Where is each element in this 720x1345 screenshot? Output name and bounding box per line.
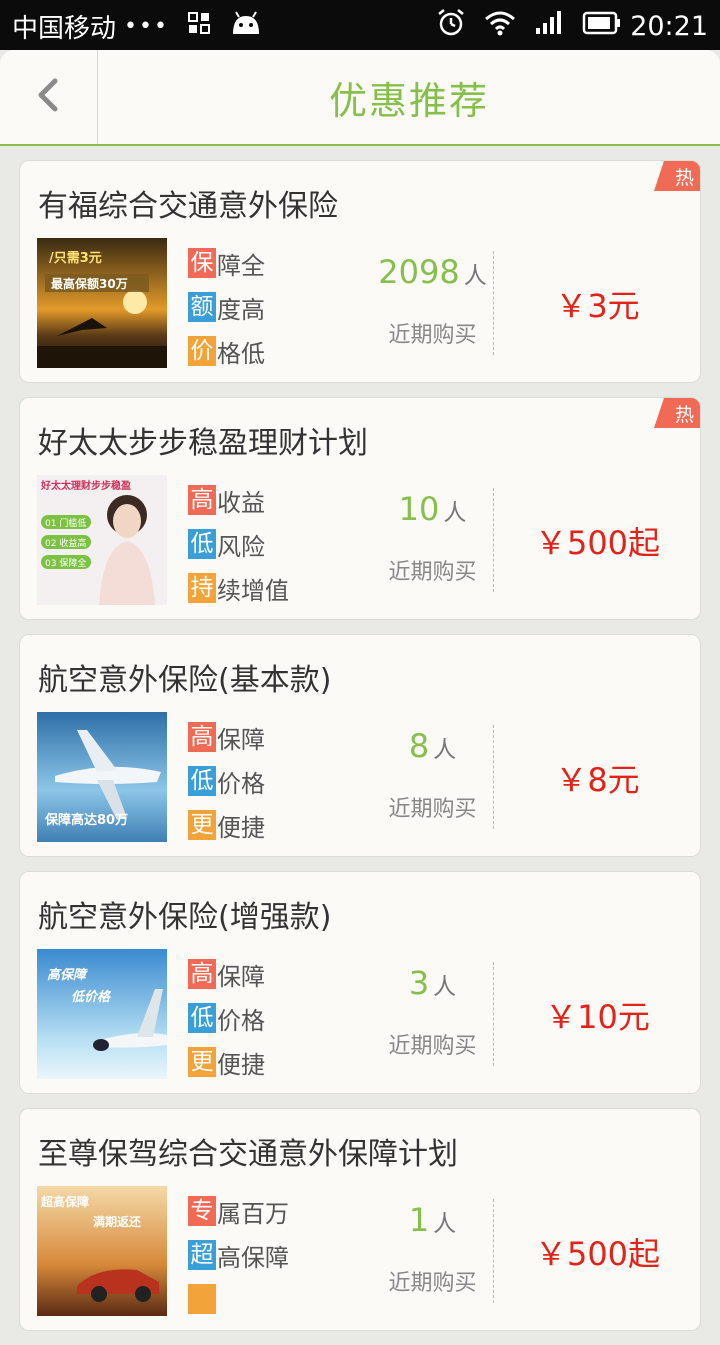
notification-dots: ••• bbox=[124, 14, 169, 39]
dashed-divider bbox=[493, 725, 494, 829]
product-thumbnail: /只需3元 最高保额30万 bbox=[37, 238, 167, 368]
status-bar: 中国移动 ••• 20:21 bbox=[0, 0, 720, 50]
feature-item: 低价格 bbox=[188, 759, 265, 803]
svg-text:02 收益高: 02 收益高 bbox=[45, 537, 86, 549]
dashed-divider bbox=[493, 962, 494, 1066]
recent-buyers: 1人 近期购买 bbox=[375, 1201, 490, 1297]
back-button[interactable] bbox=[0, 50, 98, 144]
buyer-count: 1 bbox=[408, 1201, 430, 1239]
buyer-count: 2098 bbox=[378, 253, 460, 291]
feature-item: 更便捷 bbox=[188, 1040, 265, 1084]
product-name: 航空意外保险(基本款) bbox=[38, 663, 332, 698]
battery-icon bbox=[582, 11, 622, 42]
product-thumbnail: 好太太理财步步稳盈 01 门槛低 02 收益高 03 保障全 bbox=[37, 475, 167, 605]
recent-buyers: 2098 人 近期购买 bbox=[375, 253, 490, 349]
hot-badge: 热 bbox=[654, 398, 700, 428]
feature-item: 高保障 bbox=[188, 952, 265, 996]
feature-item: 保障全 bbox=[188, 241, 265, 285]
buyer-count: 3 bbox=[408, 964, 430, 1002]
product-name: 航空意外保险(增强款) bbox=[38, 900, 332, 935]
svg-text:03 保障全: 03 保障全 bbox=[45, 557, 86, 569]
svg-text:好太太理财步步稳盈: 好太太理财步步稳盈 bbox=[40, 479, 131, 492]
recent-buyers: 8人 近期购买 bbox=[375, 727, 490, 823]
feature-list: 高保障 低价格 更便捷 bbox=[188, 715, 265, 847]
svg-text:低价格: 低价格 bbox=[71, 989, 112, 1005]
page-title: 优惠推荐 bbox=[328, 78, 489, 123]
svg-text:高保障: 高保障 bbox=[47, 967, 88, 983]
top-nav-bar: 优惠推荐 bbox=[0, 50, 720, 146]
product-price: ￥3元 bbox=[555, 287, 640, 325]
recent-buyers: 10 人 近期购买 bbox=[375, 490, 490, 586]
svg-text:超高保障: 超高保障 bbox=[40, 1194, 89, 1209]
feature-item: 高收益 bbox=[188, 478, 289, 522]
dashed-divider bbox=[493, 251, 494, 355]
hot-badge: 热 bbox=[654, 161, 700, 191]
feature-item: 低风险 bbox=[188, 522, 289, 566]
product-price: ￥500起 bbox=[534, 524, 661, 562]
feature-item: 价格低 bbox=[188, 329, 265, 373]
recent-buyers: 3人 近期购买 bbox=[375, 964, 490, 1060]
svg-text:/只需3元: /只需3元 bbox=[49, 251, 102, 266]
buyer-count: 8 bbox=[408, 727, 430, 765]
android-icon bbox=[229, 10, 263, 43]
feature-item: 低价格 bbox=[188, 996, 265, 1040]
buyer-label: 近期购买 bbox=[388, 1034, 477, 1059]
product-name: 好太太步步稳盈理财计划 bbox=[38, 426, 368, 461]
signal-icon bbox=[534, 10, 564, 43]
feature-list: 高收益 低风险 持续增值 bbox=[188, 478, 289, 610]
product-card[interactable]: 好太太步步稳盈理财计划 热 好太太理财步步稳盈 01 门槛低 02 收益高 03… bbox=[19, 397, 701, 620]
svg-text:保障高达80万: 保障高达80万 bbox=[44, 812, 128, 828]
feature-item: 更便捷 bbox=[188, 803, 265, 847]
svg-text:01 门槛低: 01 门槛低 bbox=[45, 517, 86, 529]
product-thumbnail: 超高保障 满期返还 bbox=[37, 1186, 167, 1316]
product-name: 至尊保驾综合交通意外保障计划 bbox=[38, 1137, 458, 1172]
product-card[interactable]: 航空意外保险(增强款) 高保障 低价格 高保障 低价格 更便捷 3人 近期购买 … bbox=[19, 871, 701, 1094]
product-price: ￥500起 bbox=[534, 1235, 661, 1273]
svg-text:满期返还: 满期返还 bbox=[93, 1214, 142, 1229]
dashed-divider bbox=[493, 488, 494, 592]
clock: 20:21 bbox=[630, 11, 708, 42]
svg-text:最高保额30万: 最高保额30万 bbox=[51, 276, 128, 291]
product-price: ￥10元 bbox=[545, 998, 650, 1036]
product-list: 有福综合交通意外保险 热 /只需3元 最高保额30万 保障全 额度高 价格低 2… bbox=[0, 160, 720, 1345]
product-card[interactable]: 航空意外保险(基本款) 保障高达80万 高保障 低价格 更便捷 8人 近期购买 … bbox=[19, 634, 701, 857]
buyer-count: 10 bbox=[398, 490, 440, 528]
alarm-icon bbox=[436, 8, 466, 45]
feature-item: 专属百万 bbox=[188, 1189, 289, 1233]
product-card[interactable]: 有福综合交通意外保险 热 /只需3元 最高保额30万 保障全 额度高 价格低 2… bbox=[19, 160, 701, 383]
product-name: 有福综合交通意外保险 bbox=[38, 189, 338, 224]
feature-item: 额度高 bbox=[188, 285, 265, 329]
feature-item: 超高保障 bbox=[188, 1233, 289, 1277]
product-thumbnail: 保障高达80万 bbox=[37, 712, 167, 842]
buyer-label: 近期购买 bbox=[388, 323, 477, 348]
dashed-divider bbox=[493, 1199, 494, 1303]
product-price: ￥8元 bbox=[555, 761, 640, 799]
feature-list: 高保障 低价格 更便捷 bbox=[188, 952, 265, 1084]
feature-item bbox=[188, 1277, 289, 1321]
feature-list: 专属百万 超高保障 bbox=[188, 1189, 289, 1321]
carrier-name: 中国移动 bbox=[12, 14, 117, 44]
feature-list: 保障全 额度高 价格低 bbox=[188, 241, 265, 373]
buyer-label: 近期购买 bbox=[388, 797, 477, 822]
buyer-label: 近期购买 bbox=[388, 560, 477, 585]
wifi-icon bbox=[484, 10, 516, 43]
feature-item: 高保障 bbox=[188, 715, 265, 759]
product-card[interactable]: 至尊保驾综合交通意外保障计划 超高保障 满期返还 专属百万 超高保障 1人 近期… bbox=[19, 1108, 701, 1331]
product-thumbnail: 高保障 低价格 bbox=[37, 949, 167, 1079]
feature-item: 持续增值 bbox=[188, 566, 289, 610]
buyer-label: 近期购买 bbox=[388, 1271, 477, 1296]
apps-grid-icon bbox=[187, 11, 211, 42]
chevron-left-icon bbox=[35, 77, 63, 117]
